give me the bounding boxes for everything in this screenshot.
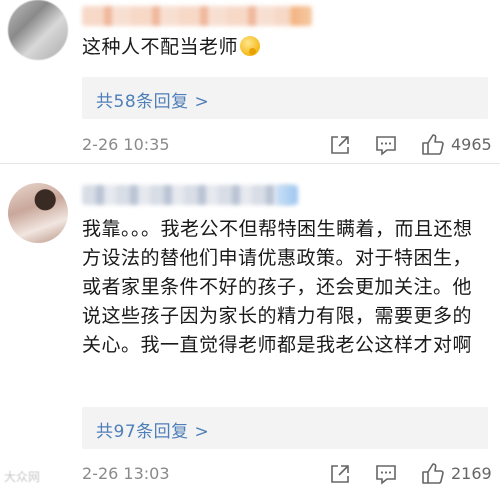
user-badge-blurred	[276, 185, 298, 205]
timestamp: 2-26 10:35	[82, 135, 170, 154]
replies-label: 共97条回复 >	[96, 422, 210, 442]
thinking-emoji-icon	[240, 36, 261, 56]
user-badge-blurred	[290, 6, 312, 26]
replies-button[interactable]: 共58条回复 >	[82, 77, 488, 119]
like-count: 4965	[451, 135, 492, 154]
comment-icon[interactable]	[373, 132, 399, 158]
comment-meta: 2-26 13:03 2169	[0, 461, 500, 489]
watermark: 大众网	[4, 470, 41, 484]
thumbs-up-icon[interactable]	[420, 461, 446, 487]
comment-item-1: 这种人不配当老师 共58条回复 > 2-26 10:35 4965	[0, 0, 500, 163]
replies-button[interactable]: 共97条回复 >	[82, 407, 488, 449]
like-count: 2169	[451, 464, 492, 483]
comment-meta: 2-26 10:35 4965	[0, 132, 500, 160]
share-icon[interactable]	[327, 461, 353, 487]
comment-text: 我靠。。。我老公不但帮特困生瞒着，而且还想方设法的替他们申请优惠政策。对于特困生…	[82, 218, 473, 356]
avatar[interactable]	[8, 0, 68, 60]
username-blurred[interactable]	[82, 6, 292, 26]
share-icon[interactable]	[327, 132, 353, 158]
comment-icon[interactable]	[373, 461, 399, 487]
username-blurred[interactable]	[82, 185, 292, 205]
comment-text: 这种人不配当老师	[82, 33, 478, 62]
avatar[interactable]	[8, 183, 68, 243]
comment-item-2: 我靠。。。我老公不但帮特困生瞒着，而且还想方设法的替他们申请优惠政策。对于特困生…	[0, 163, 500, 491]
timestamp: 2-26 13:03	[82, 464, 170, 483]
thumbs-up-icon[interactable]	[420, 132, 446, 158]
replies-label: 共58条回复 >	[96, 92, 210, 112]
